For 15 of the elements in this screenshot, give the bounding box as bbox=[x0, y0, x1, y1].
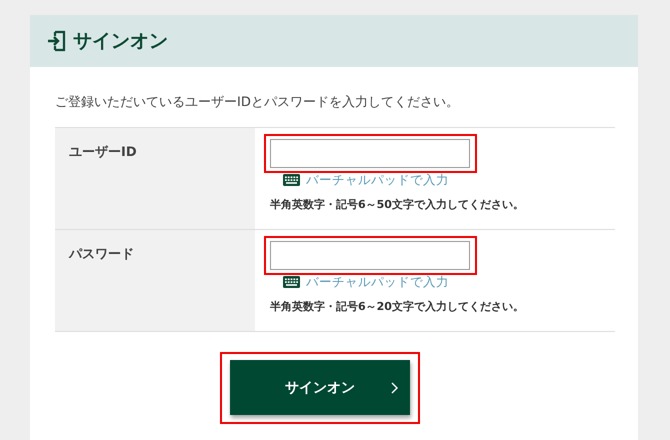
field-label: ユーザーID bbox=[55, 128, 255, 229]
virtual-pad-link[interactable]: バーチャルパッドで入力 bbox=[306, 274, 449, 290]
sign-in-icon bbox=[47, 30, 67, 52]
chevron-right-icon bbox=[391, 382, 398, 394]
intro-text: ご登録いただいているユーザーIDとパスワードを入力してください。 bbox=[55, 94, 460, 112]
keyboard-icon bbox=[283, 174, 300, 186]
input-field[interactable] bbox=[270, 139, 470, 168]
hint-text: 半角英数字・記号6～50文字で入力してください。 bbox=[270, 197, 525, 212]
keyboard-icon bbox=[283, 276, 300, 288]
hint-text: 半角英数字・記号6～20文字で入力してください。 bbox=[270, 299, 525, 314]
field-label: パスワード bbox=[55, 230, 255, 331]
sign-on-button[interactable]: サインオン bbox=[230, 360, 410, 415]
input-field[interactable] bbox=[270, 241, 470, 270]
virtual-pad-link[interactable]: バーチャルパッドで入力 bbox=[306, 172, 449, 188]
page-title: サインオン bbox=[73, 29, 168, 54]
